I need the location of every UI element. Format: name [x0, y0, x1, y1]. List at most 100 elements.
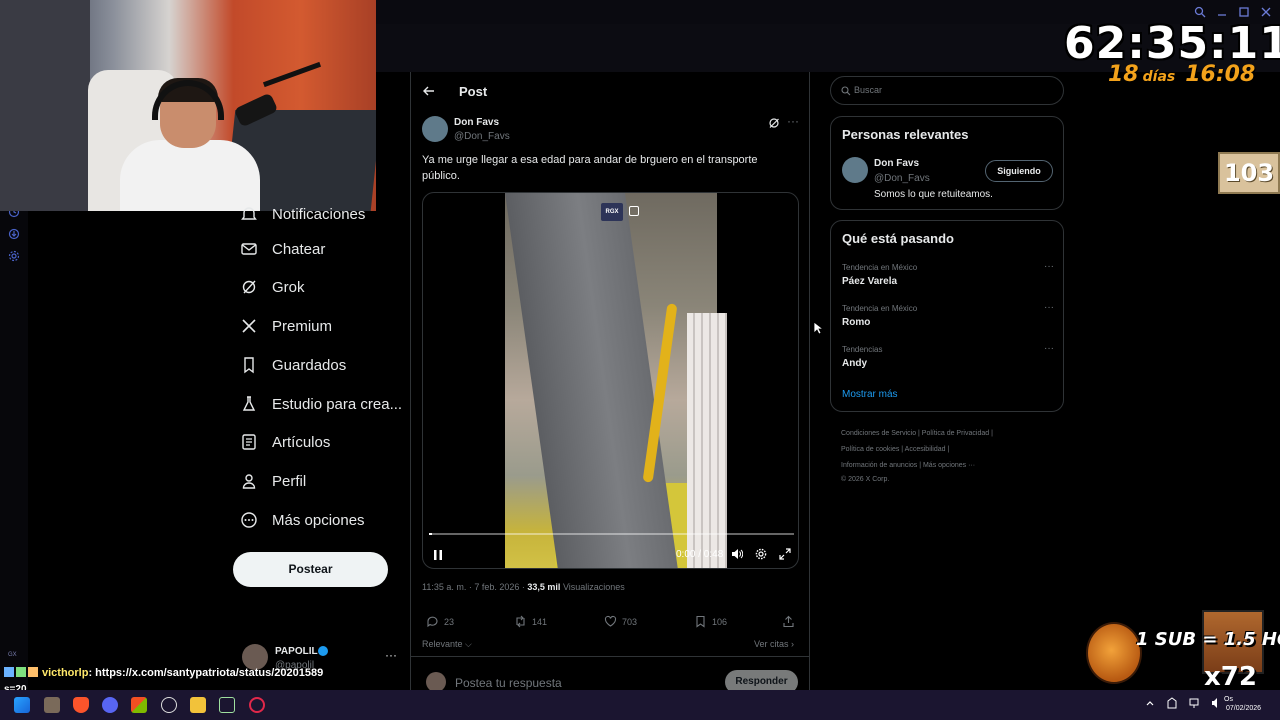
chat-username: victhorlp: [42, 667, 89, 679]
trend-category: Tendencia en México: [842, 263, 918, 272]
trend-name: Andy: [842, 358, 867, 369]
chat-message: victhorlp: https://x.com/santypatriota/s…: [4, 667, 323, 679]
repost-button[interactable]: 141: [514, 615, 547, 628]
nav-item-grok[interactable]: Grok: [240, 275, 305, 299]
author-avatar[interactable]: [422, 116, 448, 142]
verified-badge-icon: [318, 646, 328, 656]
discord-icon[interactable]: [102, 697, 118, 713]
tray-app-icon[interactable]: [1167, 697, 1177, 709]
footer-line[interactable]: Información de anuncios | Más opciones ·…: [841, 458, 1061, 474]
minimize-icon[interactable]: [1216, 6, 1228, 18]
taskbar-date[interactable]: 07/02/2026: [1226, 705, 1261, 712]
speaker-icon[interactable]: [1211, 697, 1221, 709]
nav-label-profile: Perfil: [272, 472, 307, 490]
post-meta: 11:35 a. m. · 7 feb. 2026 · 33,5 mil Vis…: [422, 582, 625, 592]
nav-item-chat[interactable]: Chatear: [240, 237, 325, 261]
nav-label-grok: Grok: [272, 278, 305, 296]
footer-line[interactable]: Condiciones de Servicio | Política de Pr…: [841, 426, 1061, 442]
days-label: días: [1142, 69, 1176, 85]
nav-item-bookmarks[interactable]: Guardados: [240, 353, 346, 377]
devil-mascot-icon: [1086, 622, 1142, 684]
grok-explain-icon[interactable]: [768, 117, 780, 129]
gear-icon[interactable]: [755, 548, 767, 560]
video-shirt: [687, 313, 727, 568]
x-logo-icon: [242, 319, 256, 333]
account-more-icon[interactable]: ···: [385, 648, 397, 662]
share-button[interactable]: [782, 615, 795, 628]
heart-icon: [604, 615, 617, 627]
view-quotes-link[interactable]: Ver citas ›: [754, 639, 794, 649]
settings-icon[interactable]: [8, 250, 20, 262]
app-thumbnail-icon[interactable]: [44, 697, 60, 713]
file-explorer-icon[interactable]: [190, 697, 206, 713]
nav-item-premium[interactable]: Premium: [240, 314, 332, 338]
back-arrow-icon[interactable]: [422, 84, 436, 98]
video-progress-fill: [429, 533, 432, 535]
post-timestamp[interactable]: 11:35 a. m. · 7 feb. 2026 ·: [422, 582, 527, 592]
obs-icon[interactable]: [161, 697, 177, 713]
brave-browser-icon[interactable]: [73, 697, 89, 713]
trend-more-icon[interactable]: ···: [1044, 261, 1054, 272]
like-button[interactable]: 703: [604, 615, 637, 628]
trend-item[interactable]: Tendencias Andy ···: [842, 343, 1054, 375]
search-icon[interactable]: [1194, 6, 1206, 18]
trend-name: Romo: [842, 317, 871, 328]
chevron-up-icon[interactable]: [1145, 697, 1155, 709]
footer-line[interactable]: Política de cookies | Accesibilidad |: [841, 442, 1061, 458]
video-time: 0:00 / 0:48: [676, 549, 724, 560]
windows-start-icon[interactable]: [14, 697, 30, 713]
avatar: [426, 672, 446, 692]
close-icon[interactable]: [1260, 6, 1272, 18]
author-handle[interactable]: @Don_Favs: [454, 131, 510, 142]
downloads-icon[interactable]: [8, 228, 20, 240]
trend-more-icon[interactable]: ···: [1044, 343, 1054, 354]
post-more-icon[interactable]: ···: [787, 114, 799, 128]
pause-icon[interactable]: [433, 549, 443, 561]
grok-icon: [242, 280, 256, 294]
following-button[interactable]: Siguiendo: [985, 160, 1053, 182]
reply-input[interactable]: Postea tu respuesta: [455, 676, 562, 690]
fullscreen-icon[interactable]: [779, 548, 791, 560]
article-icon: [242, 434, 256, 450]
opera-gx-icon[interactable]: [249, 697, 265, 713]
nav-item-creator-studio[interactable]: Estudio para crea...: [240, 392, 402, 416]
repost-icon: [516, 615, 525, 628]
person-icon: [242, 474, 256, 489]
webcam-person-body: [120, 140, 260, 211]
avatar[interactable]: [842, 157, 868, 183]
nav-label-creator-studio: Estudio para crea...: [272, 395, 403, 413]
relevant-people-title: Personas relevantes: [842, 127, 969, 142]
taskbar-time[interactable]: Os: [1224, 694, 1233, 705]
relevant-person-handle[interactable]: @Don_Favs: [874, 173, 930, 184]
nav-item-notifications[interactable]: Notificaciones: [240, 206, 365, 222]
reply-button[interactable]: 23: [426, 615, 454, 628]
network-icon[interactable]: [1189, 697, 1199, 709]
view-quotes-label: Ver citas: [754, 639, 789, 649]
game-controller-icon[interactable]: [219, 697, 235, 713]
volume-icon[interactable]: [731, 548, 743, 560]
post-button[interactable]: Postear: [233, 552, 388, 587]
video-player[interactable]: RGX 0:00 / 0:48: [422, 192, 799, 569]
promo-multiplier: x72: [1204, 662, 1257, 692]
nav-item-profile[interactable]: Perfil: [240, 469, 306, 493]
bookmark-button[interactable]: 106: [694, 615, 727, 628]
search-input[interactable]: Buscar: [830, 76, 1064, 105]
sub-count-badge: 103: [1218, 152, 1280, 194]
author-name[interactable]: Don Favs: [454, 117, 499, 128]
sort-replies-dropdown[interactable]: Relevante ⌵: [422, 639, 472, 650]
nav-item-articles[interactable]: Artículos: [240, 430, 330, 454]
nav-label-articles: Artículos: [272, 433, 331, 451]
relevant-person-name[interactable]: Don Favs: [874, 158, 919, 169]
trend-more-icon[interactable]: ···: [1044, 302, 1054, 313]
show-more-link[interactable]: Mostrar más: [842, 389, 898, 400]
copyright: © 2026 X Corp.: [841, 476, 890, 483]
store-icon[interactable]: [131, 697, 147, 713]
video-progress-bar[interactable]: [429, 533, 794, 535]
bookmark-count: 106: [712, 616, 728, 627]
search-icon: [841, 86, 851, 96]
trend-item[interactable]: Tendencia en México Romo ···: [842, 302, 1054, 334]
maximize-icon[interactable]: [1238, 6, 1250, 18]
trend-item[interactable]: Tendencia en México Páez Varela ···: [842, 261, 1054, 293]
video-pip-icon[interactable]: [629, 206, 639, 216]
nav-item-more-options[interactable]: Más opciones: [240, 508, 365, 532]
